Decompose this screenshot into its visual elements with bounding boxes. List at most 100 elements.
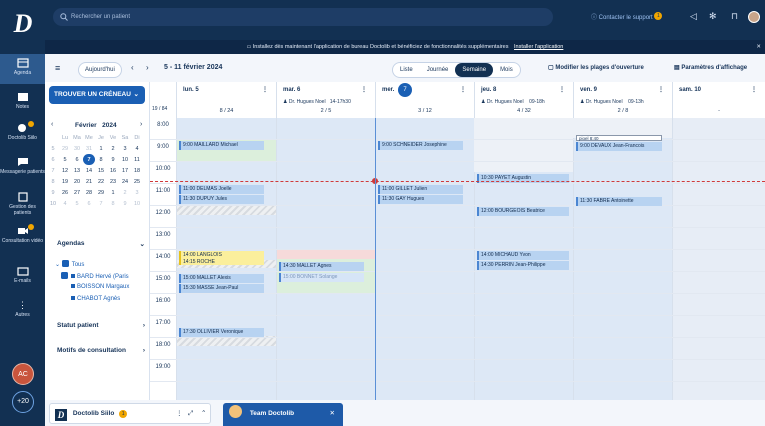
calendar-day[interactable]: 31: [83, 143, 95, 154]
day-header[interactable]: ven. 9 ⋮ ♟ Dr. Hugues Noel 09-13h 2 / 8: [573, 82, 672, 118]
team-doctolib-panel[interactable]: Team Doctolib ✕: [223, 403, 343, 426]
appointment[interactable]: 15:30 MASSE Jean-Paul: [179, 284, 264, 293]
next-week-icon[interactable]: ›: [146, 60, 149, 76]
appointment[interactable]: 14:00 LANGLOIS: [179, 251, 264, 258]
appointment[interactable]: 12:00 BOURGEOIS Beatrice: [477, 207, 569, 216]
motifs-section[interactable]: Motifs de consultation ›: [57, 347, 145, 354]
appointment[interactable]: 14:30 MALLET Agnes: [279, 262, 364, 271]
calendar-day[interactable]: 6: [71, 154, 83, 165]
agenda-all[interactable]: ⌄ Tous: [55, 260, 84, 268]
calendar-day[interactable]: 2: [119, 187, 131, 198]
view-semaine[interactable]: Semaine: [455, 63, 494, 77]
install-app-link[interactable]: Installer l'application: [514, 44, 563, 50]
search-input[interactable]: Rechercher un patient: [53, 8, 553, 26]
calendar-day[interactable]: 12: [59, 165, 71, 176]
calendar-day[interactable]: 10: [131, 198, 143, 209]
calendar-day[interactable]: 16: [107, 165, 119, 176]
calendar-day[interactable]: 27: [71, 187, 83, 198]
calendar-day[interactable]: 8: [107, 198, 119, 209]
appointment[interactable]: 17:30 OLLIVIER Veronique: [179, 328, 264, 337]
modify-slots-button[interactable]: ▢ Modifier les plages d'ouverture: [548, 60, 644, 76]
calendar-day[interactable]: 9: [119, 198, 131, 209]
day-menu-icon[interactable]: ⋮: [460, 86, 466, 93]
find-slot-button[interactable]: TROUVER UN CRÉNEAU ⌄: [49, 86, 145, 104]
day-header[interactable]: lun. 5 ⋮ 8 / 24: [176, 82, 276, 118]
calendar-day[interactable]: 17: [119, 165, 131, 176]
appointment[interactable]: 11:30 GAY Hugues: [378, 195, 463, 204]
next-month-icon[interactable]: ›: [140, 121, 142, 128]
calendar-day[interactable]: 15: [95, 165, 107, 176]
appointment[interactable]: 9:00 DEVAUX Jean-Francois: [576, 142, 662, 151]
view-journee[interactable]: Journée: [420, 63, 456, 77]
calendar-day[interactable]: 4: [59, 198, 71, 209]
calendar-day[interactable]: 23: [107, 176, 119, 187]
calendar-day[interactable]: 10: [119, 154, 131, 165]
appointment[interactable]: 9:00 MAILLARD Michael: [179, 141, 264, 150]
calendar-day[interactable]: 2: [107, 143, 119, 154]
day-menu-icon[interactable]: ⋮: [559, 86, 565, 93]
calendar-day[interactable]: 22: [95, 176, 107, 187]
view-mois[interactable]: Mois: [493, 63, 520, 77]
calendar-day[interactable]: 4: [131, 143, 143, 154]
expand-icon[interactable]: ⤢: [188, 404, 193, 423]
contact-support-link[interactable]: ⓘ Contacter le support 1: [591, 12, 663, 23]
calendar-day[interactable]: 26: [59, 187, 71, 198]
display-settings-button[interactable]: ▤ Paramètres d'affichage: [674, 60, 747, 76]
day-header[interactable]: jeu. 8 ⋮ ♟ Dr. Hugues Noel 09-18h 4 / 32: [474, 82, 573, 118]
appointment[interactable]: 14:15 ROCHE: [179, 258, 264, 265]
sidebar-item-emails[interactable]: E-mails: [0, 266, 45, 284]
appointment[interactable]: 11:00 DELMAS Joelle: [179, 185, 264, 194]
calendar-day[interactable]: 11: [131, 154, 143, 165]
calendar-day[interactable]: 9: [107, 154, 119, 165]
chevron-up-icon[interactable]: ⌃: [201, 404, 206, 423]
calendar-day[interactable]: 29: [95, 187, 107, 198]
calendar-day[interactable]: 28: [83, 187, 95, 198]
day-header[interactable]: mar. 6 ⋮ ♟ Dr. Hugues Noel 14-17h30 2 / 5: [276, 82, 375, 118]
close-banner-icon[interactable]: ✕: [756, 40, 761, 54]
calendar-day[interactable]: 6: [83, 198, 95, 209]
appointment[interactable]: 14:30 PERRIN Jean-Philippe: [477, 261, 569, 270]
sidebar-item-agenda[interactable]: Agenda: [0, 54, 45, 84]
calendar-day[interactable]: 5: [59, 154, 71, 165]
more-options-icon[interactable]: ⋮: [176, 404, 183, 423]
calendar-day[interactable]: 1: [95, 143, 107, 154]
agenda-item[interactable]: BOISSON Margaux: [71, 284, 129, 290]
calendar-day[interactable]: 1: [107, 187, 119, 198]
lock-icon[interactable]: ⊓: [731, 11, 738, 22]
calendar-day[interactable]: 21: [83, 176, 95, 187]
appointment[interactable]: 11:00 GILLET Julien: [378, 185, 463, 194]
calendar-day[interactable]: 19: [59, 176, 71, 187]
agenda-item[interactable]: BARD Hervé (Paris: [61, 272, 129, 280]
appointment[interactable]: 15:00 MALLET Alexis: [179, 274, 264, 283]
calendar-day[interactable]: 3: [119, 143, 131, 154]
sidebar-item-notes[interactable]: Notes: [0, 92, 45, 110]
agendas-section[interactable]: Agendas ⌄: [57, 240, 145, 248]
agenda-item[interactable]: CHABOT Agnès: [71, 296, 120, 302]
checkbox[interactable]: [61, 260, 69, 267]
calendar-day[interactable]: 20: [71, 176, 83, 187]
day-header[interactable]: sam. 10 ⋮ -: [672, 82, 765, 118]
calendar-day[interactable]: 7: [95, 198, 107, 209]
profile-photo[interactable]: [748, 11, 760, 23]
today-button[interactable]: Aujourd'hui: [78, 62, 122, 78]
note-box[interactable]: pioel 8:40: [576, 135, 662, 141]
user-avatar[interactable]: AC: [12, 363, 34, 385]
day-menu-icon[interactable]: ⋮: [658, 86, 664, 93]
close-icon[interactable]: ✕: [330, 403, 335, 424]
day-menu-icon[interactable]: ⋮: [751, 86, 757, 93]
day-menu-icon[interactable]: ⋮: [262, 86, 268, 93]
appointment[interactable]: 9:00 SCHNEIDER Josephine: [378, 141, 463, 150]
sidebar-item-autres[interactable]: ⋮ Autres: [0, 300, 45, 318]
appointment[interactable]: 11:30 FABRE Antoinette: [576, 197, 662, 206]
calendar-day[interactable]: 24: [119, 176, 131, 187]
sidebar-item-messagerie[interactable]: Messagerie patients: [0, 157, 45, 175]
appointment[interactable]: 15:00 BONNET Solange: [279, 273, 364, 282]
sidebar-item-gestion-patients[interactable]: Gestion des patients: [0, 192, 45, 216]
calendar-day[interactable]: 5: [71, 198, 83, 209]
calendar-day[interactable]: 3: [131, 187, 143, 198]
statut-patient-section[interactable]: Statut patient ›: [57, 322, 145, 329]
calendar-day[interactable]: 18: [131, 165, 143, 176]
checkbox[interactable]: [61, 272, 68, 279]
calendar-day[interactable]: 14: [83, 165, 95, 176]
calendar-day[interactable]: 13: [71, 165, 83, 176]
